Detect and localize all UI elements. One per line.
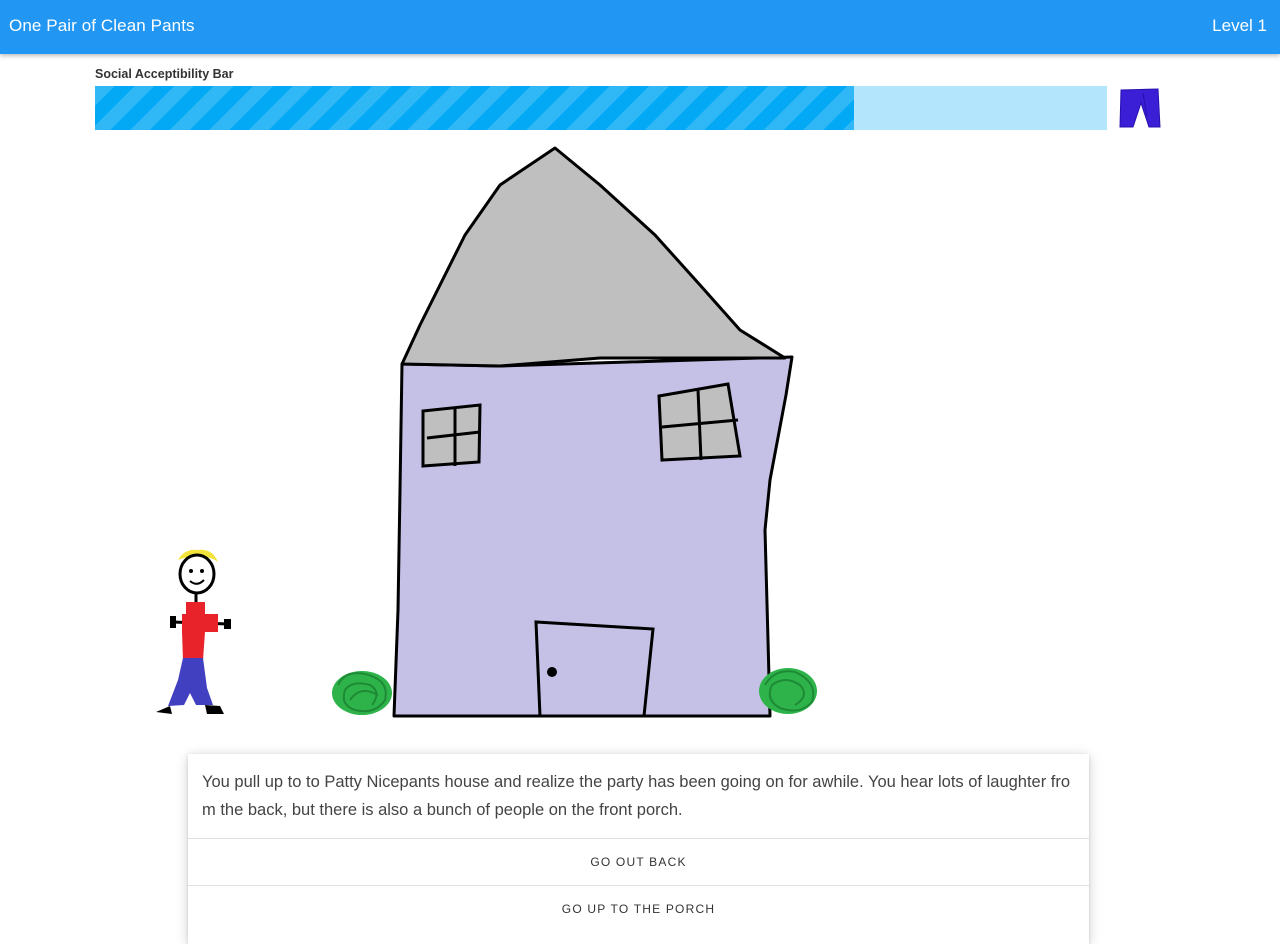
bush-right [759,668,817,714]
pants-icon [1119,88,1161,128]
acceptability-bar-label: Social Acceptibility Bar [95,67,234,81]
story-text: You pull up to to Patty Nicepants house … [202,773,1071,819]
app-bar: One Pair of Clean Pants Level 1 [0,0,1280,54]
app-title: One Pair of Clean Pants [9,16,195,35]
story-card: You pull up to to Patty Nicepants house … [188,754,1089,944]
choice-go-up-to-porch-button[interactable]: GO UP TO THE PORCH [188,885,1089,932]
stick-figure-player [156,549,231,714]
scene-illustration [156,146,817,718]
level-indicator: Level 1 [1212,16,1267,35]
choice-go-out-back-button[interactable]: GO OUT BACK [188,838,1089,885]
house [392,146,794,718]
acceptability-bar [95,86,1107,130]
acceptability-bar-fill [95,86,854,130]
bush-left [332,671,392,715]
